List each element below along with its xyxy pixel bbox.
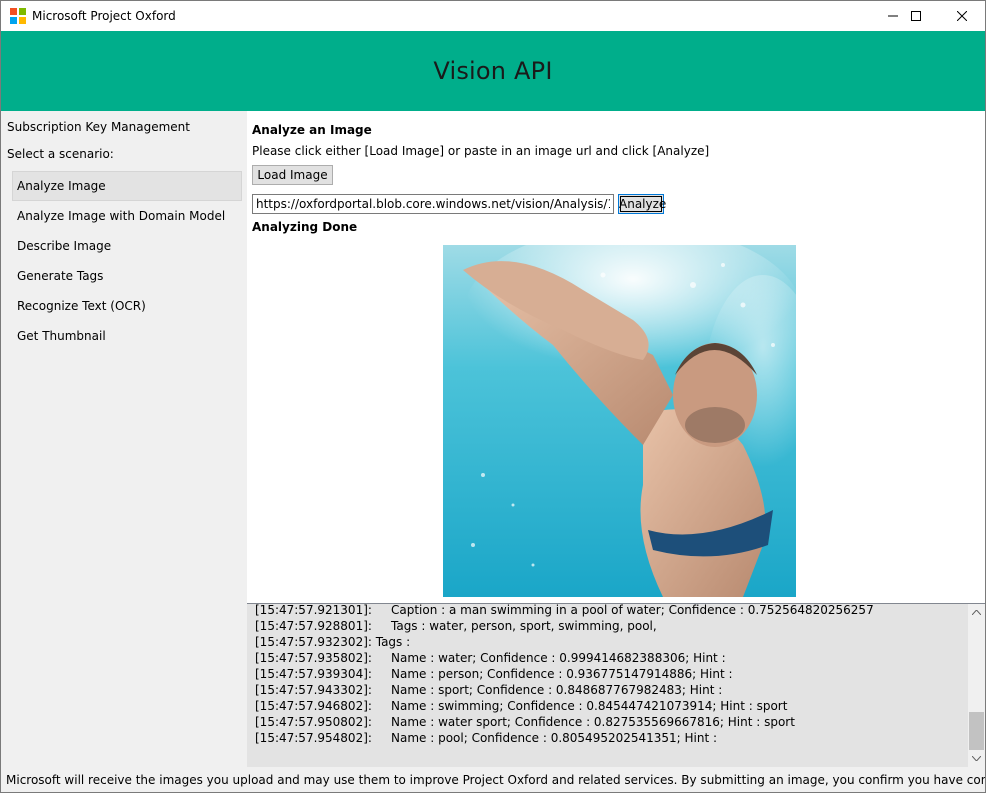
scenario-item-generate-tags[interactable]: Generate Tags xyxy=(12,261,242,291)
section-title: Analyze an Image xyxy=(252,123,372,137)
status-text: Analyzing Done xyxy=(252,220,358,234)
log-line: [15:47:57.946802]: Name : swimming; Conf… xyxy=(255,699,788,713)
scroll-up-button[interactable] xyxy=(968,604,985,621)
log-lines: [15:47:57.921301]: Caption : a man swimm… xyxy=(255,603,955,746)
scenario-item-recognize-text[interactable]: Recognize Text (OCR) xyxy=(12,291,242,321)
footer-disclaimer: Microsoft will receive the images you up… xyxy=(1,768,985,792)
close-icon xyxy=(957,11,967,21)
scroll-thumb[interactable] xyxy=(969,712,984,750)
scenario-item-get-thumbnail[interactable]: Get Thumbnail xyxy=(12,321,242,351)
logo-square-red xyxy=(10,8,17,15)
app-header: Vision API xyxy=(1,31,985,111)
header-title: Vision API xyxy=(433,57,553,85)
logo-square-blue xyxy=(10,17,17,24)
log-line: [15:47:57.943302]: Name : sport; Confide… xyxy=(255,683,723,697)
analyze-button[interactable]: Analyze xyxy=(618,194,666,214)
load-image-button[interactable]: Load Image xyxy=(252,165,333,185)
footer-text: Microsoft will receive the images you up… xyxy=(6,773,985,787)
log-scrollbar[interactable] xyxy=(968,604,985,767)
log-line: [15:47:57.950802]: Name : water sport; C… xyxy=(255,715,795,729)
swimmer-photo-icon xyxy=(443,245,796,597)
log-line: [15:47:57.932302]: Tags : xyxy=(255,635,411,649)
main-panel: Analyze an Image Please click either [Lo… xyxy=(247,111,985,603)
logo-square-yellow xyxy=(19,17,26,24)
title-bar: Microsoft Project Oxford xyxy=(1,1,985,31)
sidebar: Subscription Key Management Select a sce… xyxy=(1,111,247,768)
window-title: Microsoft Project Oxford xyxy=(32,9,176,23)
log-line: [15:47:57.939304]: Name : person; Confid… xyxy=(255,667,733,681)
scenario-item-analyze-image[interactable]: Analyze Image xyxy=(12,171,242,201)
scenario-list: Analyze Image Analyze Image with Domain … xyxy=(12,171,242,351)
select-scenario-label: Select a scenario: xyxy=(7,147,114,161)
scenario-item-analyze-domain-model[interactable]: Analyze Image with Domain Model xyxy=(12,201,242,231)
maximize-icon xyxy=(911,11,921,21)
log-panel[interactable]: [15:47:57.921301]: Caption : a man swimm… xyxy=(247,603,985,767)
log-line: [15:47:57.921301]: Caption : a man swimm… xyxy=(255,603,874,617)
log-line: [15:47:57.935802]: Name : water; Confide… xyxy=(255,651,726,665)
app-window: Microsoft Project Oxford Vision API Subs… xyxy=(0,0,986,793)
maximize-button[interactable] xyxy=(893,1,939,31)
logo-square-green xyxy=(19,8,26,15)
chevron-up-icon xyxy=(972,610,981,615)
subscription-key-link[interactable]: Subscription Key Management xyxy=(7,120,190,134)
image-url-input[interactable] xyxy=(252,194,614,214)
log-line: [15:47:57.954802]: Name : pool; Confiden… xyxy=(255,731,718,745)
instructions-text: Please click either [Load Image] or past… xyxy=(252,144,710,158)
close-button[interactable] xyxy=(939,1,985,31)
microsoft-logo-icon xyxy=(10,8,26,24)
chevron-down-icon xyxy=(972,756,981,761)
scroll-down-button[interactable] xyxy=(968,750,985,767)
scenario-item-describe-image[interactable]: Describe Image xyxy=(12,231,242,261)
log-line: [15:47:57.928801]: Tags : water, person,… xyxy=(255,619,657,633)
